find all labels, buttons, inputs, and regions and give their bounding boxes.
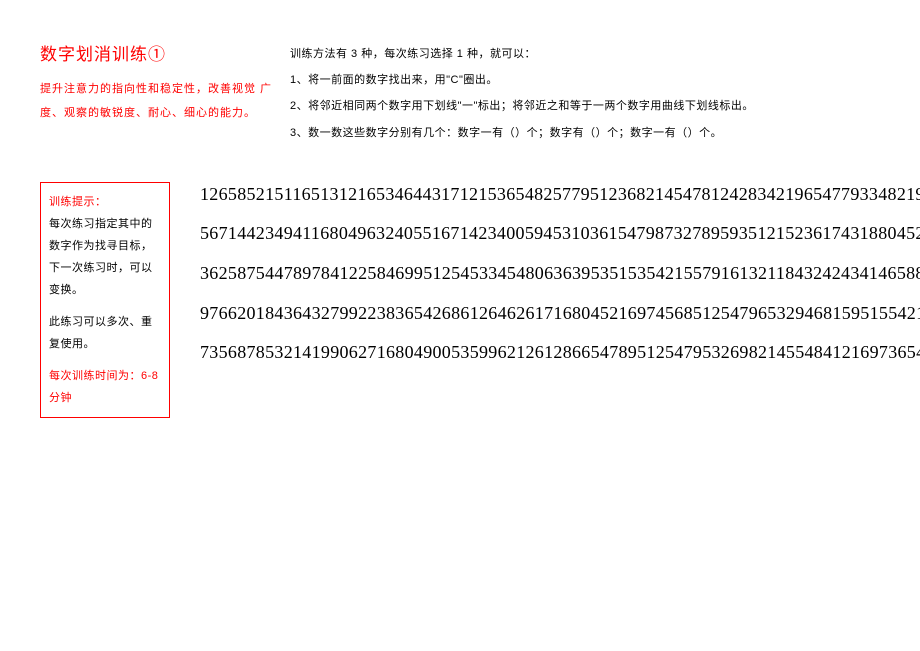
tip-title: 训练提示： [49,191,161,213]
page-subtitle: 提升注意力的指向性和稳定性，改善视觉 广度、观察的敏锐度、耐心、细心的能力。 [40,77,290,125]
number-row: 9766201843643279922383654268612646261716… [200,303,920,325]
numbers-area: 1265852151165131216534644317121536548257… [170,182,920,418]
instructions-block: 训练方法有 3 种，每次练习选择 1 种，就可以： 1、将一前面的数字找出来，用… [290,40,890,147]
tip-box: 训练提示： 每次练习指定其中的数字作为找寻目标，下一次练习时，可以变换。 此练习… [40,182,170,418]
instruction-intro: 训练方法有 3 种，每次练习选择 1 种，就可以： [290,42,890,66]
tip-time: 每次训练时间为：6-8 分钟 [49,365,161,409]
number-row: 7356878532141990627168049005359962126128… [200,342,920,364]
tip-para1: 每次练习指定其中的数字作为找寻目标，下一次练习时，可以变换。 [49,213,161,301]
tip-para2: 此练习可以多次、重复使用。 [49,311,161,355]
instruction-method3: 3、数一数这些数字分别有几个：数字一有（）个；数字有（）个；数字一有（）个。 [290,121,890,145]
number-row: 5671442349411680496324055167142340059453… [200,223,920,245]
number-row: 3625875447897841225846995125453345480636… [200,263,920,285]
page-title: 数字划消训练① [40,40,290,65]
number-row: 1265852151165131216534644317121536548257… [200,184,920,206]
instruction-method2: 2、将邻近相同两个数字用下划线"一"标出；将邻近之和等于一两个数字用曲线下划线标… [290,94,890,118]
instruction-method1: 1、将一前面的数字找出来，用"C"圈出。 [290,68,890,92]
